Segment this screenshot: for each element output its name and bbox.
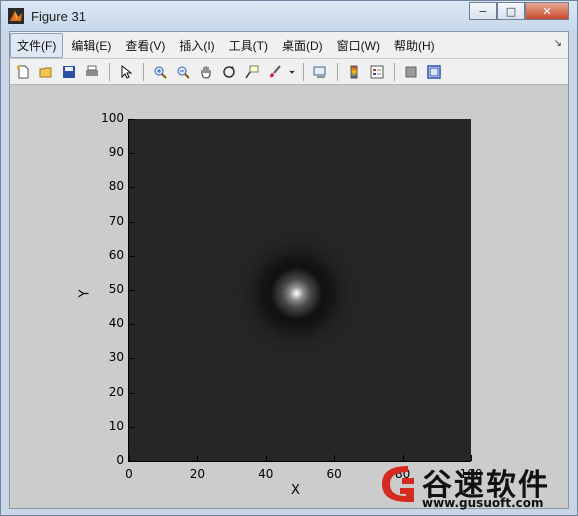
y-tick-label: 100: [101, 111, 124, 125]
watermark: 谷速软件 www.gusuoft.com: [376, 460, 576, 514]
x-axis-label: X: [291, 483, 300, 498]
maximize-icon: □: [505, 4, 517, 18]
y-tick-mark: [129, 187, 135, 188]
rotate-3d-icon[interactable]: [218, 61, 240, 83]
select-arrow-icon[interactable]: [115, 61, 137, 83]
x-tick-label: 40: [258, 467, 274, 481]
y-tick-mark: [129, 290, 135, 291]
y-tick-label: 90: [108, 145, 124, 160]
toolbar-separator: [337, 62, 338, 81]
menu-tools[interactable]: 工具(T): [223, 34, 274, 57]
window-controls: − □ ✕: [469, 2, 569, 20]
y-tick-mark: [129, 256, 135, 257]
figure-client-area: 文件(F) 编辑(E) 查看(V) 插入(I) 工具(T) 桌面(D) 窗口(W…: [9, 31, 569, 509]
y-tick-label: 10: [108, 418, 124, 433]
brush-icon[interactable]: [264, 61, 286, 83]
toolbar-separator: [303, 62, 304, 81]
menu-desktop[interactable]: 桌面(D): [276, 34, 329, 57]
y-tick-mark: [129, 222, 135, 223]
window-title: Figure 31: [31, 9, 86, 24]
y-tick-label: 50: [108, 282, 124, 296]
x-tick-label: 20: [189, 467, 206, 481]
y-axis-label: Y: [77, 289, 93, 298]
y-tick-label: 80: [108, 179, 124, 194]
pan-hand-icon[interactable]: [195, 61, 217, 83]
dropdown-arrow-icon[interactable]: [287, 61, 297, 83]
y-tick-mark: [129, 461, 135, 462]
y-tick-label: 30: [108, 350, 124, 365]
x-tick-mark: [266, 455, 267, 461]
hide-plot-tools-icon[interactable]: [400, 61, 422, 83]
y-tick-label: 20: [108, 384, 124, 399]
menu-bar: 文件(F) 编辑(E) 查看(V) 插入(I) 工具(T) 桌面(D) 窗口(W…: [10, 32, 568, 58]
toolbar-separator: [394, 62, 395, 81]
y-tick-mark: [129, 358, 135, 359]
x-tick-mark: [129, 455, 130, 461]
close-button[interactable]: ✕: [525, 2, 569, 20]
zoom-out-icon[interactable]: [172, 61, 194, 83]
menubar-overflow-icon[interactable]: ↘: [554, 38, 562, 49]
menu-file[interactable]: 文件(F): [10, 32, 64, 58]
y-tick-mark: [129, 153, 135, 154]
y-tick-mark: [129, 427, 135, 428]
y-tick-mark: [129, 393, 135, 394]
minimize-icon: −: [478, 4, 488, 18]
new-figure-icon[interactable]: [12, 61, 34, 83]
menu-edit[interactable]: 编辑(E): [65, 34, 117, 57]
x-tick-mark: [334, 455, 335, 461]
figure-toolbar: [10, 59, 568, 85]
y-tick-label: 60: [108, 247, 124, 262]
heatmap-peak-glow: [129, 119, 471, 461]
y-tick-mark: [129, 324, 135, 325]
y-tick-label: 0: [116, 453, 124, 467]
toolbar-separator: [143, 62, 144, 81]
y-tick-mark: [129, 119, 135, 120]
x-tick-label: 60: [326, 467, 342, 481]
show-plot-tools-icon[interactable]: [423, 61, 445, 83]
data-cursor-icon[interactable]: [241, 61, 263, 83]
heatmap-plot[interactable]: [129, 119, 471, 461]
toolbar-separator: [109, 62, 110, 81]
y-tick-label: 70: [108, 213, 124, 228]
open-icon[interactable]: [35, 61, 57, 83]
x-tick-label: 0: [125, 467, 133, 481]
x-tick-mark: [197, 455, 198, 461]
menu-insert[interactable]: 插入(I): [173, 34, 220, 57]
link-plot-icon[interactable]: [309, 61, 331, 83]
minimize-button[interactable]: −: [469, 2, 497, 20]
matlab-icon: [8, 8, 24, 24]
menu-window[interactable]: 窗口(W): [331, 34, 386, 57]
save-icon[interactable]: [58, 61, 80, 83]
figure-window: Figure 31 − □ ✕ 文件(F) 编辑(E) 查看(V) 插入(I) …: [0, 0, 578, 516]
colorbar-icon[interactable]: [343, 61, 365, 83]
maximize-button[interactable]: □: [497, 2, 525, 20]
y-tick-label: 40: [108, 316, 124, 331]
close-icon: ✕: [542, 4, 552, 18]
print-icon[interactable]: [81, 61, 103, 83]
zoom-in-icon[interactable]: [149, 61, 171, 83]
title-bar[interactable]: Figure 31 − □ ✕: [1, 1, 577, 31]
menu-view[interactable]: 查看(V): [119, 34, 171, 57]
menu-help[interactable]: 帮助(H): [388, 34, 441, 57]
watermark-url: www.gusuoft.com: [422, 496, 544, 510]
watermark-logo-icon: [382, 466, 414, 502]
legend-icon[interactable]: [366, 61, 388, 83]
